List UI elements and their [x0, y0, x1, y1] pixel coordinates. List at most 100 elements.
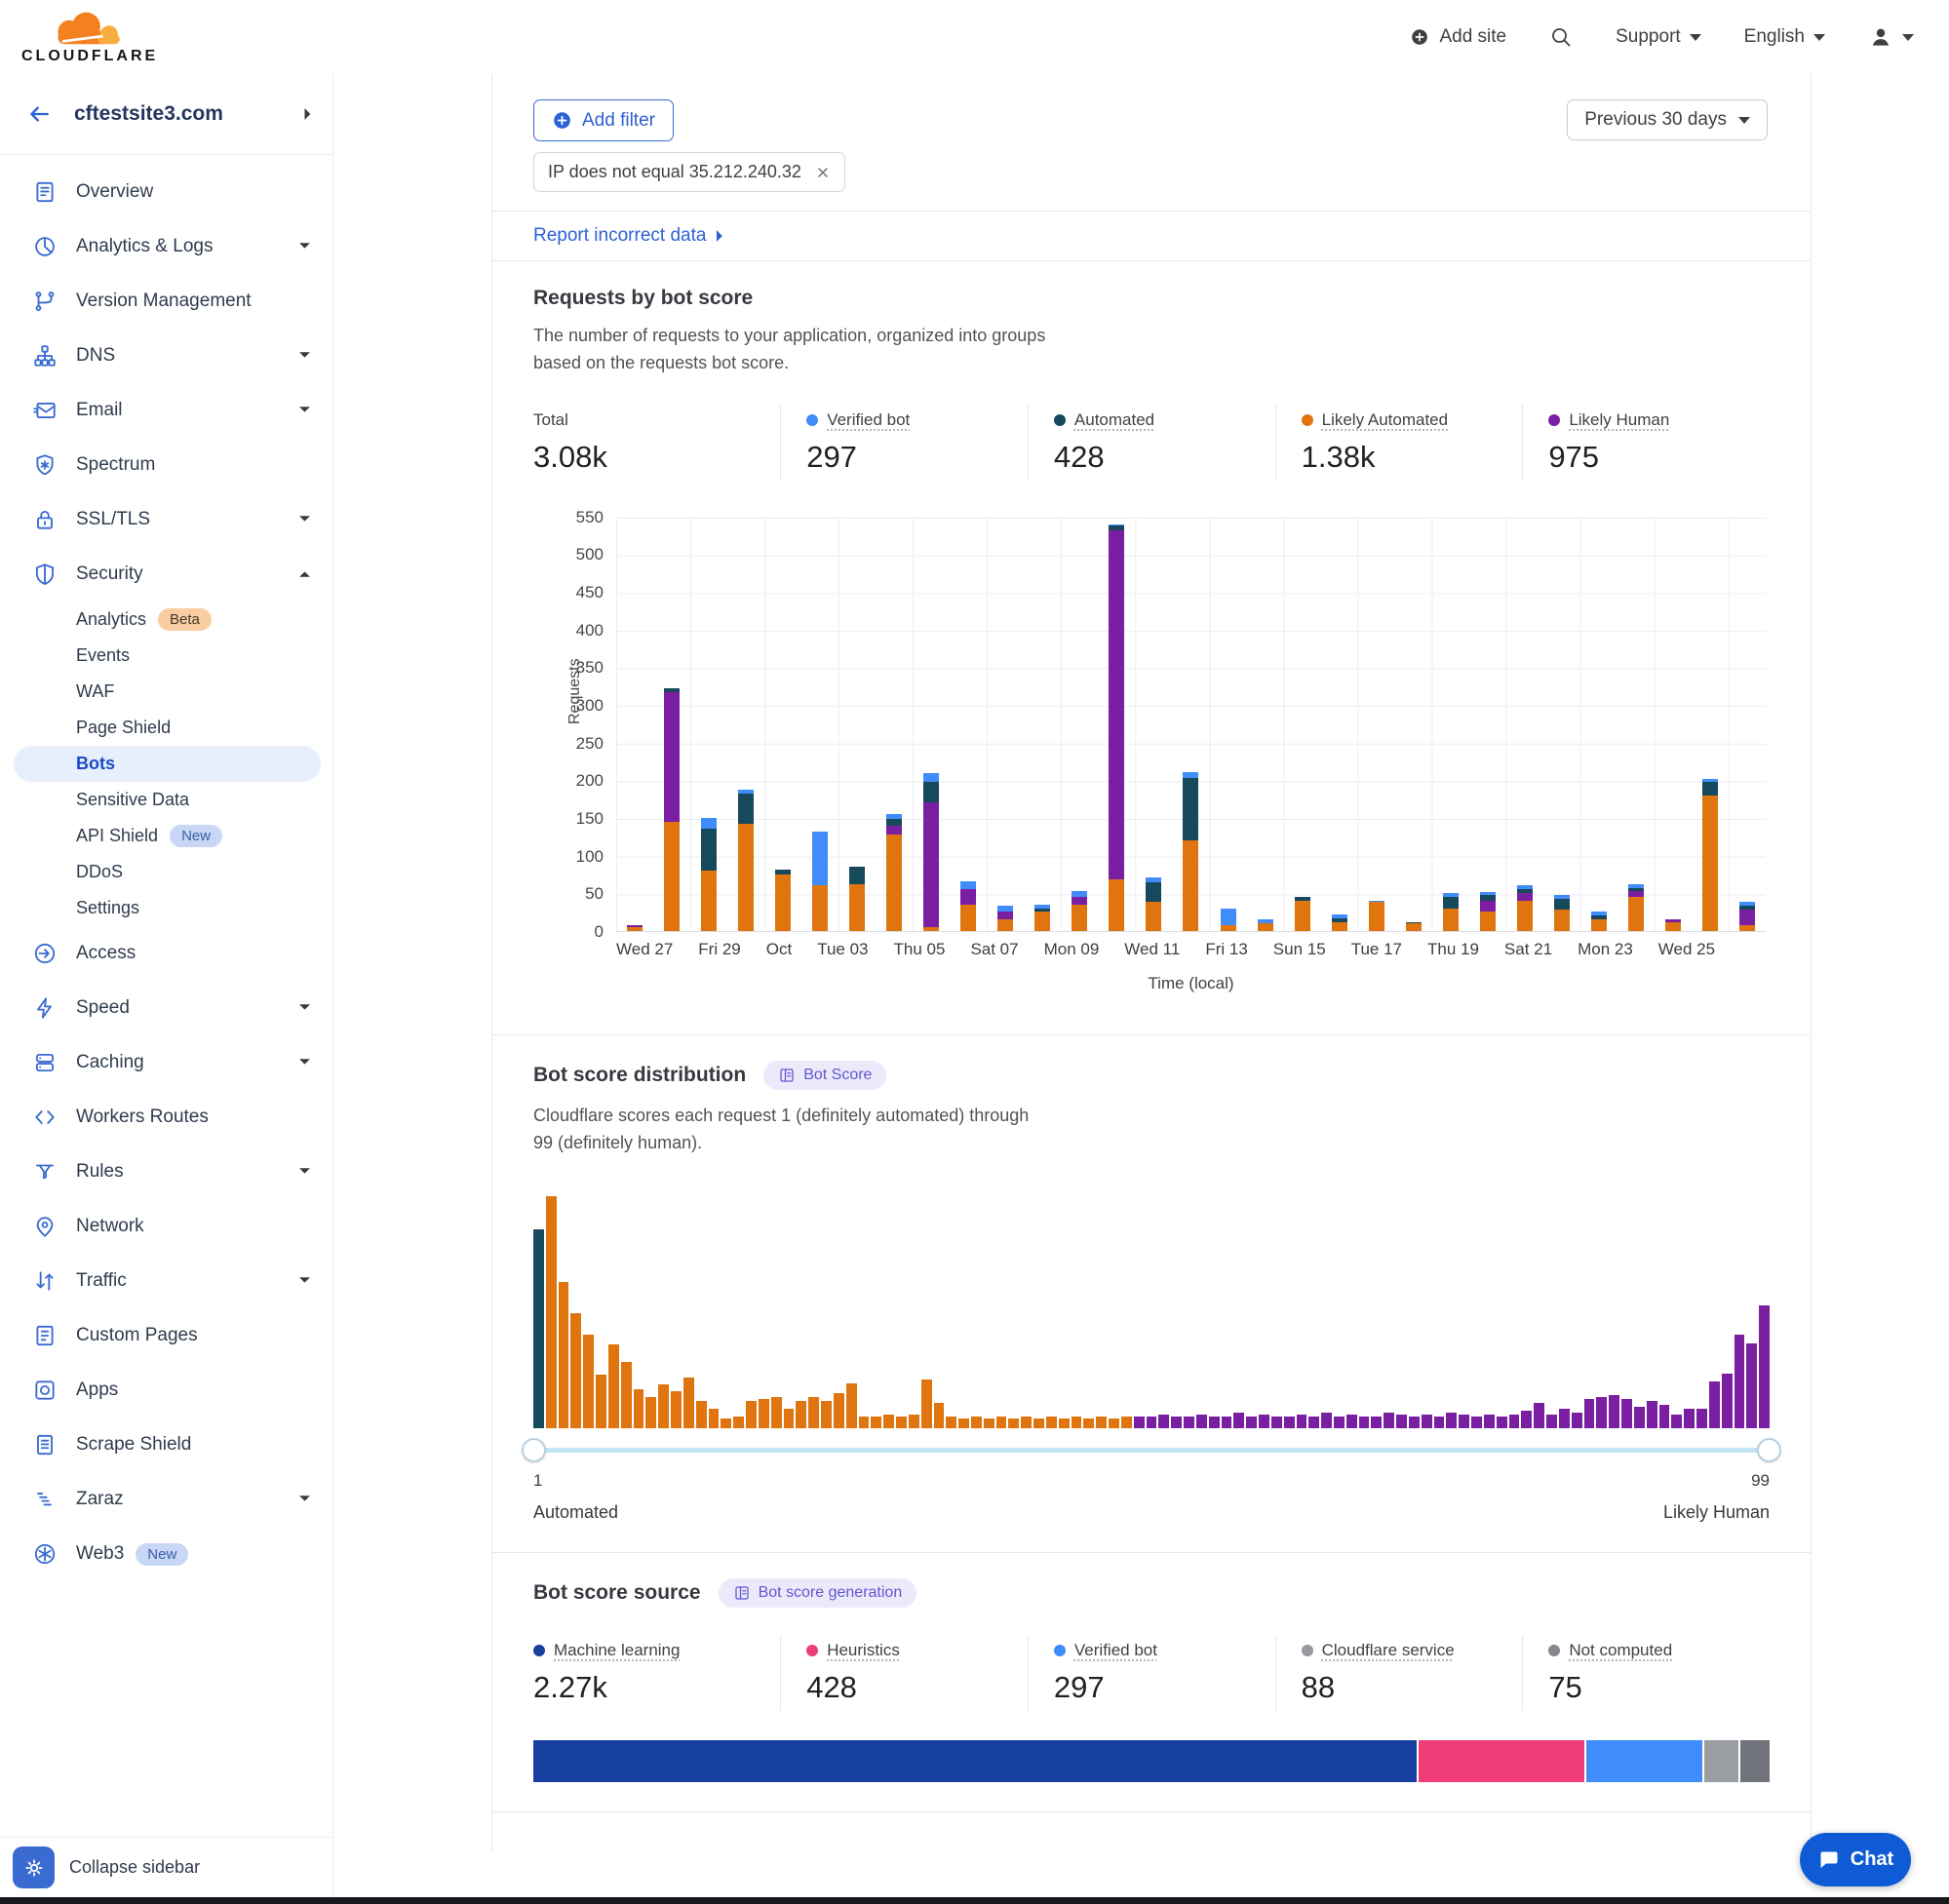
x-tick-label: Oct [766, 940, 792, 959]
bot-score-generation-badge[interactable]: Bot score generation [719, 1578, 917, 1608]
collapse-sidebar-button[interactable]: Collapse sidebar [69, 1857, 200, 1878]
y-tick-label: 550 [539, 508, 604, 527]
sidebar-subitem-label: Settings [76, 898, 139, 918]
sidebar-item-sensitive-data[interactable]: Sensitive Data [0, 782, 332, 818]
sidebar-item-apps[interactable]: Apps [0, 1363, 332, 1418]
report-incorrect-data-link[interactable]: Report incorrect data [533, 225, 725, 247]
source-stats-row: Machine learning 2.27kHeuristics428 Verifi… [533, 1635, 1770, 1711]
stat-label-text[interactable]: Verified bot [827, 410, 910, 430]
sidebar-item-custom-pages[interactable]: Custom Pages [0, 1308, 332, 1363]
language-menu[interactable]: English [1744, 26, 1825, 48]
sidebar-item-version-management[interactable]: Version Management [0, 274, 332, 329]
sidebar-item-ddos[interactable]: DDoS [0, 854, 332, 890]
bot-score-badge[interactable]: Bot Score [763, 1061, 886, 1090]
stacked-bar [1702, 779, 1718, 931]
search-button[interactable] [1549, 25, 1573, 49]
sidebar-item-spectrum[interactable]: Spectrum [0, 438, 332, 492]
settings-gear-button[interactable] [13, 1846, 55, 1888]
sidebar-item-page-shield[interactable]: Page Shield [0, 710, 332, 746]
bar-segment-automated [923, 782, 939, 803]
score-range-slider [533, 1436, 1770, 1465]
source-stacked-bar [533, 1740, 1770, 1782]
sidebar-item-events[interactable]: Events [0, 638, 332, 674]
sidebar-item-analytics[interactable]: AnalyticsBeta [0, 602, 332, 638]
slider-right-caption: Likely Human [1663, 1502, 1770, 1523]
sidebar-item-analytics-logs[interactable]: Analytics & Logs [0, 219, 332, 274]
sidebar-item-settings[interactable]: Settings [0, 890, 332, 926]
add-filter-button[interactable]: Add filter [533, 99, 674, 141]
sidebar-item-label: Speed [76, 997, 298, 1019]
add-site-button[interactable]: Add site [1409, 26, 1506, 48]
traffic-icon [32, 1268, 58, 1294]
sidebar-item-web3[interactable]: Web3New [0, 1527, 332, 1581]
stat-label-text[interactable]: Likely Human [1569, 410, 1669, 430]
stat-value: 75 [1548, 1670, 1770, 1705]
histogram-bar-score-59 [1259, 1415, 1269, 1428]
bar-segment-likely-automated [960, 905, 976, 931]
source-stat-heuristics: Heuristics428 [780, 1635, 1028, 1711]
stat-label-text[interactable]: Automated [1074, 410, 1154, 430]
sidebar-item-caching[interactable]: Caching [0, 1035, 332, 1090]
stat-value: 975 [1548, 440, 1770, 475]
sidebar-item-dns[interactable]: DNS [0, 329, 332, 383]
slider-handle-max[interactable] [1757, 1438, 1781, 1462]
histogram-bar-score-98 [1746, 1343, 1757, 1428]
x-tick-label: Fri 13 [1205, 940, 1247, 959]
stacked-bar [664, 688, 680, 931]
sidebar-item-email[interactable]: Email [0, 383, 332, 438]
stat-label-text[interactable]: Heuristics [827, 1641, 900, 1660]
filter-chip[interactable]: IP does not equal 35.212.240.32 [533, 152, 845, 192]
sidebar-item-zaraz[interactable]: Zaraz [0, 1472, 332, 1527]
y-tick-label: 200 [539, 771, 604, 791]
stacked-bar [1628, 884, 1644, 931]
sidebar-item-bots[interactable]: Bots [14, 746, 321, 782]
stat-label-text[interactable]: Verified bot [1074, 1641, 1157, 1660]
close-icon[interactable] [815, 165, 831, 180]
x-tick-label: Tue 03 [817, 940, 868, 959]
slider-handle-min[interactable] [522, 1438, 546, 1462]
search-icon [1549, 25, 1573, 49]
sidebar-item-network[interactable]: Network [0, 1199, 332, 1254]
report-row: Report incorrect data [492, 212, 1811, 261]
sidebar-item-api-shield[interactable]: API ShieldNew [0, 818, 332, 854]
bar-segment-likely-human [1517, 893, 1533, 901]
bar-segment-likely-automated [701, 871, 717, 931]
chat-button[interactable]: Chat [1800, 1833, 1911, 1886]
sidebar-item-security[interactable]: Security [0, 547, 332, 602]
stat-label-text[interactable]: Machine learning [554, 1641, 680, 1660]
sidebar-item-label: Network [76, 1216, 317, 1237]
sidebar-item-ssl-tls[interactable]: SSL/TLS [0, 492, 332, 547]
card-title: Bot score distribution [533, 1064, 746, 1087]
stat-label-text[interactable]: Cloudflare service [1322, 1641, 1455, 1660]
histogram-bar-score-18 [746, 1401, 757, 1428]
sidebar-item-rules[interactable]: Rules [0, 1145, 332, 1199]
bar-slot [1469, 518, 1506, 931]
sidebar-item-waf[interactable]: WAF [0, 674, 332, 710]
back-arrow-icon[interactable] [25, 100, 53, 128]
histogram-bar-score-65 [1334, 1417, 1345, 1428]
filter-chip-text: IP does not equal 35.212.240.32 [548, 162, 801, 182]
slider-track[interactable] [533, 1448, 1770, 1453]
sidebar-item-speed[interactable]: Speed [0, 981, 332, 1035]
support-menu[interactable]: Support [1616, 26, 1701, 48]
sidebar-item-workers-routes[interactable]: Workers Routes [0, 1090, 332, 1145]
histogram-bar-score-53 [1184, 1417, 1194, 1428]
stat-label-text[interactable]: Not computed [1569, 1641, 1672, 1660]
sidebar-item-overview[interactable]: Overview [0, 165, 332, 219]
stacked-bar [1554, 895, 1570, 931]
sidebar-item-traffic[interactable]: Traffic [0, 1254, 332, 1308]
bar-slot [1061, 518, 1098, 931]
chevron-down-icon [298, 1058, 311, 1067]
histogram-bar-score-26 [846, 1383, 857, 1428]
date-range-dropdown[interactable]: Previous 30 days [1567, 99, 1768, 140]
histogram-bar-score-52 [1171, 1417, 1182, 1428]
bar-segment-automated [1183, 778, 1198, 840]
stat-label-text[interactable]: Likely Automated [1322, 410, 1448, 430]
chevron-right-icon[interactable] [303, 107, 313, 121]
badge-new: New [136, 1543, 188, 1566]
sidebar-item-scrape-shield[interactable]: Scrape Shield [0, 1418, 332, 1472]
histogram-bar-score-85 [1584, 1399, 1595, 1428]
account-menu[interactable] [1868, 24, 1914, 50]
stat-value: 2.27k [533, 1670, 780, 1705]
sidebar-item-access[interactable]: Access [0, 926, 332, 981]
